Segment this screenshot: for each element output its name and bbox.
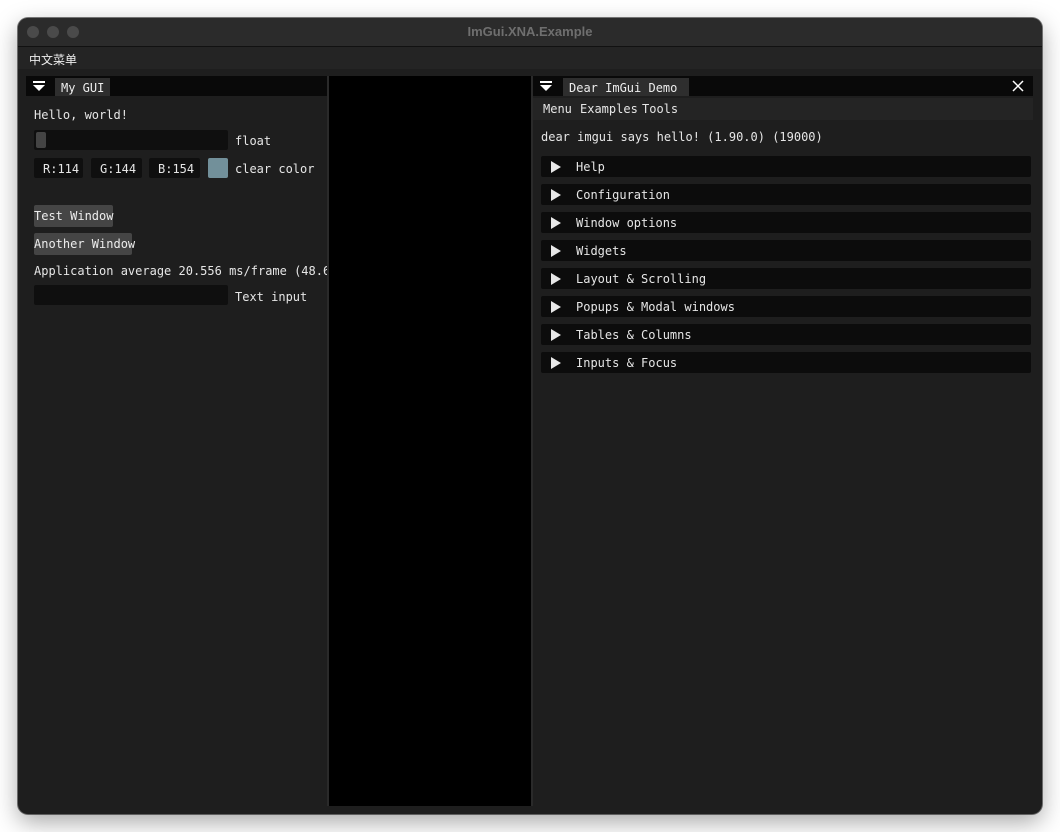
collapse-arrow-icon[interactable] — [32, 80, 46, 92]
hello-text: Hello, world! — [34, 108, 128, 122]
tab-my-gui[interactable]: My GUI — [55, 78, 111, 96]
header-widgets[interactable]: Widgets — [541, 240, 1031, 261]
my-gui-tab-bar: My GUI — [26, 76, 327, 96]
slider-grab[interactable] — [36, 132, 46, 148]
text-input-field[interactable] — [34, 285, 228, 305]
demo-hello-text: dear imgui says hello! (1.90.0) (19000) — [541, 130, 823, 144]
demo-panel: Dear ImGui Demo Menu Examples Tools dear… — [533, 76, 1033, 806]
tab-dear-imgui-demo[interactable]: Dear ImGui Demo — [563, 78, 689, 96]
header-label: Help — [576, 160, 605, 174]
demo-tab-bar: Dear ImGui Demo — [533, 76, 1033, 96]
tree-arrow-icon — [551, 357, 561, 369]
menu-item-examples[interactable]: Examples — [580, 102, 638, 116]
main-menu-item[interactable]: 中文菜单 — [29, 51, 77, 68]
header-label: Widgets — [576, 244, 627, 258]
header-inputs-focus[interactable]: Inputs & Focus — [541, 352, 1031, 373]
header-tables-columns[interactable]: Tables & Columns — [541, 324, 1031, 345]
header-window-options[interactable]: Window options — [541, 212, 1031, 233]
header-label: Tables & Columns — [576, 328, 692, 342]
collapse-arrow-icon[interactable] — [539, 80, 553, 92]
main-menu-bar: 中文菜单 — [18, 47, 1042, 69]
close-icon[interactable] — [1012, 80, 1024, 92]
test-window-button[interactable]: Test Window — [34, 205, 113, 227]
tree-arrow-icon — [551, 217, 561, 229]
header-help[interactable]: Help — [541, 156, 1031, 177]
color-label: clear color — [235, 162, 315, 176]
color-swatch[interactable] — [208, 158, 228, 178]
tree-arrow-icon — [551, 273, 561, 285]
menu-item-menu[interactable]: Menu — [543, 102, 572, 116]
title-bar: ImGui.XNA.Example — [18, 18, 1042, 47]
header-configuration[interactable]: Configuration — [541, 184, 1031, 205]
header-label: Popups & Modal windows — [576, 300, 735, 314]
tree-arrow-icon — [551, 189, 561, 201]
header-layout-scrolling[interactable]: Layout & Scrolling — [541, 268, 1031, 289]
another-window-button[interactable]: Another Window — [34, 233, 135, 255]
color-r-field[interactable]: R:114 — [34, 158, 83, 178]
float-slider[interactable] — [34, 130, 228, 150]
color-b-field[interactable]: B:154 — [149, 158, 200, 178]
header-popups-modal-windows[interactable]: Popups & Modal windows — [541, 296, 1031, 317]
color-b-value: B:154 — [158, 162, 195, 176]
header-label: Inputs & Focus — [576, 356, 678, 370]
tree-arrow-icon — [551, 245, 561, 257]
header-label: Configuration — [576, 188, 670, 202]
render-viewport — [329, 76, 531, 806]
header-label: Layout & Scrolling — [576, 272, 707, 286]
color-g-field[interactable]: G:144 — [91, 158, 142, 178]
window-title: ImGui.XNA.Example — [467, 24, 593, 39]
tree-arrow-icon — [551, 301, 561, 313]
menu-item-tools[interactable]: Tools — [642, 102, 678, 116]
app-window: ImGui.XNA.Example 中文菜单 My GUI Hello, wor… — [18, 18, 1042, 814]
tree-arrow-icon — [551, 161, 561, 173]
my-gui-panel: My GUI Hello, world! float R:114 G:144 B… — [26, 76, 366, 806]
demo-menu-bar: Menu Examples Tools — [533, 98, 1033, 120]
slider-label: float — [235, 134, 272, 148]
color-g-value: G:144 — [100, 162, 137, 176]
text-input-label: Text input — [235, 290, 308, 304]
fps-text: Application average 20.556 ms/frame (48.… — [34, 264, 367, 278]
tree-arrow-icon — [551, 329, 561, 341]
color-r-value: R:114 — [43, 162, 80, 176]
header-label: Window options — [576, 216, 678, 230]
